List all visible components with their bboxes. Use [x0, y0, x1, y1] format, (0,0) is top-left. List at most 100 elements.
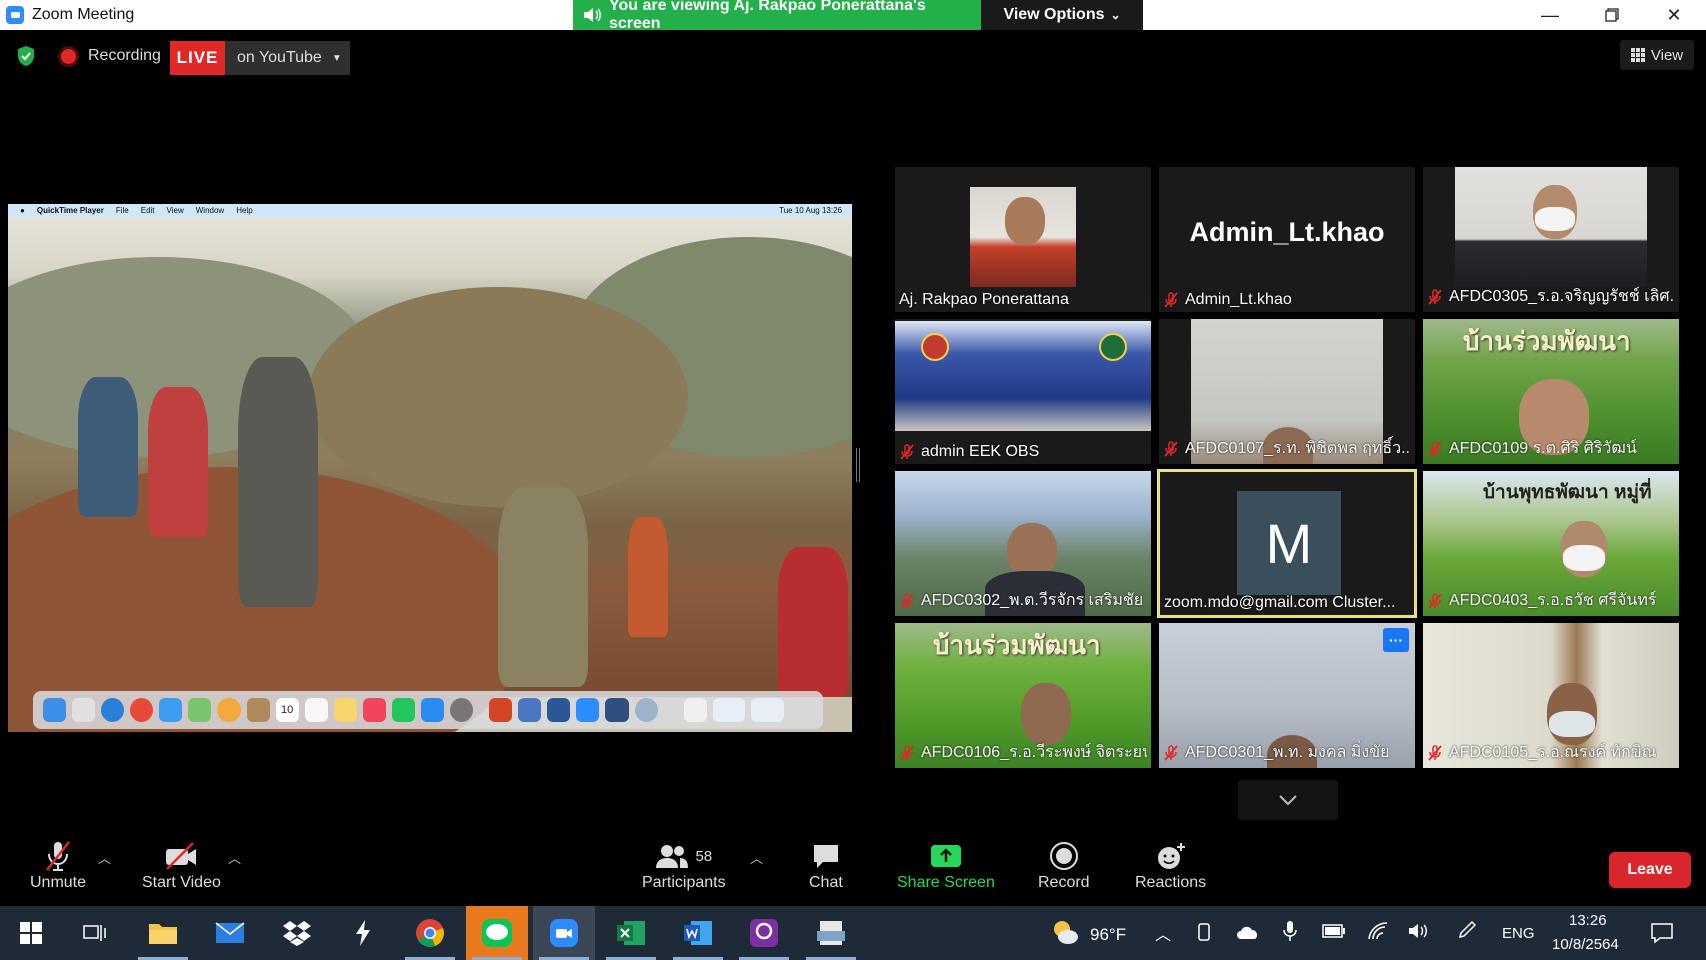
participant-tile[interactable]: Admin_Lt.khao Admin_Lt.khao [1159, 167, 1415, 312]
chat-button[interactable]: Chat [809, 838, 843, 892]
tray-device-icon[interactable] [1196, 922, 1212, 942]
minimize-button[interactable]: — [1522, 0, 1578, 30]
start-video-button[interactable]: Start Video [142, 838, 221, 892]
participant-tile[interactable]: บ้านร่วมพัฒนา AFDC0109 ร.ต.ศิริ ศิริวัฒน… [1423, 319, 1679, 464]
taskbar-pdf-app[interactable] [733, 906, 795, 960]
muted-mic-icon [1164, 440, 1178, 457]
speaker-icon [583, 8, 601, 22]
participant-tile[interactable]: AFDC0302_พ.ต.วีรจักร เสริมชัย [895, 471, 1151, 616]
close-button[interactable]: ✕ [1646, 0, 1702, 30]
participant-name: Aj. Rakpao Ponerattana [899, 291, 1069, 309]
taskbar-excel[interactable] [600, 906, 662, 960]
maps-icon [188, 698, 212, 722]
taskbar-zoom[interactable] [533, 906, 595, 960]
participant-name-text: AFDC0403_ร.อ.ธวัช ศรีจันทร์ [1449, 592, 1657, 609]
viewing-banner-text: You are viewing Aj. Rakpao Ponerattana's… [608, 0, 926, 32]
taskbar-word[interactable] [667, 906, 729, 960]
clock-date[interactable]: 10/8/2564 [1552, 936, 1619, 953]
battery-icon[interactable] [1322, 924, 1346, 938]
photos-icon [217, 698, 241, 722]
participant-name-text: admin EEK OBS [921, 443, 1040, 460]
participant-tile[interactable]: AFDC0105_ร.อ.ณรงค์ ทักขิณ [1423, 623, 1679, 768]
participant-tile[interactable]: AFDC0305_ร.อ.จริญญรัชช์ เลิศ... [1423, 167, 1679, 312]
word-icon [684, 921, 712, 945]
share-screen-button[interactable]: Share Screen [897, 838, 995, 892]
document-app-icon [817, 921, 845, 945]
record-button[interactable]: Record [1038, 838, 1090, 892]
view-layout-button[interactable]: View [1620, 40, 1694, 70]
wifi-icon[interactable] [1367, 921, 1389, 941]
dropbox-icon [283, 921, 311, 946]
preview-icon [634, 698, 658, 722]
taskbar-dropbox[interactable] [266, 906, 328, 960]
task-view-button[interactable] [64, 906, 126, 960]
record-label: Record [1038, 874, 1090, 891]
onedrive-icon[interactable] [1236, 924, 1260, 940]
participant-name: AFDC0109 ร.ต.ศิริ ศิริวัฒน์ [1427, 436, 1637, 461]
audio-options-caret[interactable]: ︿ [98, 848, 111, 867]
notifications-icon[interactable] [1650, 922, 1674, 944]
participant-name-text: Admin_Lt.khao [1185, 291, 1292, 308]
weather-temperature[interactable]: 96°F [1090, 925, 1126, 945]
participant-tile[interactable]: admin EEK OBS [895, 319, 1151, 464]
shared-screen[interactable]: ● QuickTime Player File Edit View Window… [8, 204, 852, 732]
weather-icon[interactable] [1050, 918, 1080, 946]
caret-down-icon: ▼ [331, 52, 342, 64]
taskbar-app[interactable] [332, 906, 394, 960]
view-options-button[interactable]: View Options ⌄ [981, 0, 1143, 30]
mac-dock: 10 [33, 691, 823, 729]
participant-tile[interactable]: Aj. Rakpao Ponerattana [895, 167, 1151, 312]
muted-mic-icon [1164, 292, 1178, 308]
splitter-handle[interactable] [856, 448, 860, 482]
view-options-label: View Options [1003, 6, 1105, 23]
app-store-icon [421, 698, 445, 722]
participant-tile[interactable]: บ้านร่วมพัฒนา AFDC0106_ร.อ.วีระพงษ์ จิตร… [895, 623, 1151, 768]
chat-icon [813, 845, 838, 868]
chevron-down-icon [1279, 795, 1297, 806]
live-stream-dropdown[interactable]: on YouTube ▼ [225, 41, 350, 75]
clock-time[interactable]: 13:26 [1569, 912, 1607, 929]
restore-icon [1605, 8, 1619, 22]
participants-options-caret[interactable]: ︿ [750, 848, 763, 867]
participant-tile[interactable]: บ้านพุทธพัฒนา หมู่ที่ AFDC0403_ร.อ.ธวัช … [1423, 471, 1679, 616]
video-options-caret[interactable]: ︿ [228, 848, 241, 867]
encryption-shield-icon[interactable] [16, 45, 36, 67]
participant-tile[interactable]: AFDC0107_ร.ท. พิชิตพล ฤทธิ์ว... [1159, 319, 1415, 464]
unmute-label: Unmute [30, 874, 87, 891]
restore-button[interactable] [1584, 0, 1640, 30]
participant-tile[interactable]: ··· AFDC0301_พ.ท. มงคล มิ่งขัย [1159, 623, 1415, 768]
taskbar-document-app[interactable] [800, 906, 862, 960]
start-button[interactable] [0, 906, 62, 960]
microphone-icon[interactable] [1282, 920, 1298, 942]
taskbar-chrome[interactable] [399, 906, 461, 960]
unmute-button[interactable]: Unmute [30, 838, 86, 892]
reactions-button[interactable]: Reactions [1135, 838, 1206, 892]
worker-figure [498, 487, 588, 687]
participant-name: AFDC0301_พ.ท. มงคล มิ่งขัย [1163, 740, 1389, 765]
participant-name: Admin_Lt.khao [1163, 291, 1292, 309]
more-options-button[interactable]: ··· [1383, 628, 1409, 652]
gallery-next-page-button[interactable] [1238, 780, 1338, 820]
notes-icon [333, 698, 357, 722]
volume-icon[interactable] [1408, 922, 1430, 940]
banner-emblem [921, 333, 949, 361]
live-badge: LIVE [170, 41, 225, 75]
share-screen-label: Share Screen [897, 874, 995, 891]
taskbar-line[interactable] [466, 906, 528, 960]
contacts-icon [246, 698, 270, 722]
taskbar-file-explorer[interactable] [132, 906, 194, 960]
muted-mic-icon [1428, 288, 1442, 305]
grid-icon [1630, 48, 1645, 62]
participants-count: 58 [695, 847, 713, 865]
participant-tile-active-speaker[interactable]: M zoom.mdo@gmail.com Cluster... [1157, 469, 1417, 618]
finder-icon [43, 698, 67, 722]
leave-button[interactable]: Leave [1609, 852, 1691, 888]
muted-mic-icon [1428, 592, 1442, 609]
input-language[interactable]: ENG [1502, 925, 1535, 942]
participants-button[interactable]: 58 Participants [642, 838, 726, 892]
participant-name-text: AFDC0301_พ.ท. มงคล มิ่งขัย [1185, 744, 1390, 761]
muted-mic-icon [1428, 744, 1442, 761]
pen-icon[interactable] [1457, 920, 1477, 942]
taskbar-mail[interactable] [199, 906, 261, 960]
tray-overflow-chevron-icon[interactable]: ︿ [1155, 921, 1171, 945]
